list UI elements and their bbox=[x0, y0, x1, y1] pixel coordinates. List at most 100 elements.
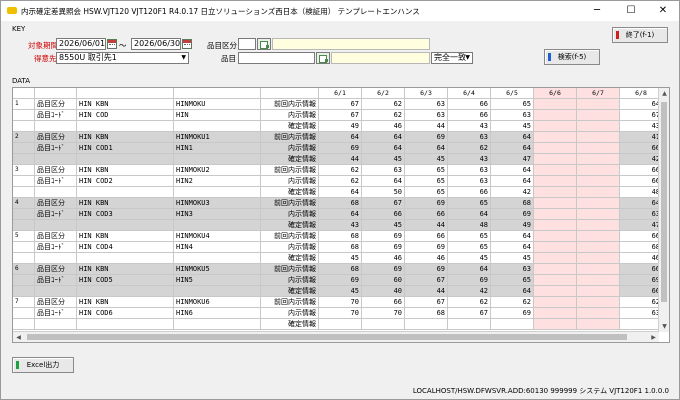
lookup-icon[interactable] bbox=[316, 52, 330, 64]
quantity-cell: 42 bbox=[448, 286, 491, 297]
vertical-scroll-thumb[interactable] bbox=[661, 102, 667, 302]
row-number bbox=[13, 319, 35, 330]
vertical-scrollbar[interactable]: ▲ ▼ bbox=[658, 88, 669, 332]
quantity-cell: 65 bbox=[405, 176, 448, 187]
quantity-cell: 46 bbox=[362, 121, 405, 132]
customer-label: 得意先 bbox=[34, 54, 57, 63]
close-icon[interactable]: ✕ bbox=[647, 1, 679, 21]
maximize-icon[interactable]: ☐ bbox=[615, 1, 647, 21]
row-number: 2 bbox=[13, 132, 35, 143]
table-row[interactable]: 確定情報 bbox=[13, 319, 659, 330]
table-row[interactable]: 品目ｺｰﾄﾞHIN COD1HIN1内示情報696464626466 bbox=[13, 143, 659, 154]
quantity-cell bbox=[448, 319, 491, 330]
row-number: 5 bbox=[13, 231, 35, 242]
quantity-cell: 69 bbox=[620, 275, 659, 286]
quantity-cell: 44 bbox=[319, 154, 362, 165]
row-field-label: 品目ｺｰﾄﾞ bbox=[35, 110, 77, 121]
minimize-icon[interactable]: ─ bbox=[581, 1, 613, 21]
table-row[interactable]: 確定情報6450656642 48 bbox=[13, 187, 659, 198]
quantity-cell bbox=[577, 121, 620, 132]
quantity-cell: 63 bbox=[362, 165, 405, 176]
item-name-cell: HINMOKU1 bbox=[174, 132, 261, 143]
quantity-cell: 67 bbox=[448, 308, 491, 319]
quantity-cell: 44 bbox=[405, 121, 448, 132]
table-row[interactable]: 6品目区分HIN KBNHINMOKU5前回内示情報686969646366 bbox=[13, 264, 659, 275]
row-field-label: 品目区分 bbox=[35, 198, 77, 209]
item-code-cell: HIN COD1 bbox=[77, 143, 174, 154]
table-row[interactable]: 確定情報454646454546 bbox=[13, 253, 659, 264]
quantity-cell: 63 bbox=[448, 165, 491, 176]
excel-export-button[interactable]: Excel出力 bbox=[12, 357, 74, 373]
date-header: 6/3 bbox=[405, 88, 448, 99]
row-number: 4 bbox=[13, 198, 35, 209]
horizontal-scrollbar[interactable]: ◀ ▶ bbox=[13, 331, 659, 342]
quantity-cell: 42 bbox=[491, 187, 534, 198]
exit-button[interactable]: 終了(f-1) bbox=[612, 27, 668, 43]
quantity-cell bbox=[491, 319, 534, 330]
table-row[interactable]: 5品目区分HIN KBNHINMOKU4前回内示情報686966656466 bbox=[13, 231, 659, 242]
quantity-cell: 66 bbox=[620, 176, 659, 187]
row-number bbox=[13, 275, 35, 286]
quantity-cell bbox=[577, 231, 620, 242]
quantity-cell: 62 bbox=[362, 99, 405, 110]
category-name-field bbox=[272, 38, 430, 50]
quantity-cell: 64 bbox=[405, 143, 448, 154]
calendar-icon[interactable] bbox=[107, 39, 117, 49]
exit-button-label: 終了(f-1) bbox=[625, 31, 655, 39]
item-code-cell: HIN COD6 bbox=[77, 308, 174, 319]
category-code-input[interactable] bbox=[238, 38, 256, 50]
table-row[interactable]: 品目ｺｰﾄﾞHIN CODHIN内示情報676263666367 bbox=[13, 110, 659, 121]
quantity-cell: 69 bbox=[362, 242, 405, 253]
item-code-cell: HIN COD4 bbox=[77, 242, 174, 253]
quantity-cell bbox=[534, 198, 577, 209]
quantity-cell: 44 bbox=[405, 220, 448, 231]
row-field-label: 品目ｺｰﾄﾞ bbox=[35, 176, 77, 187]
quantity-cell: 62 bbox=[620, 297, 659, 308]
quantity-cell bbox=[577, 165, 620, 176]
item-code-cell: HIN KBN bbox=[77, 264, 174, 275]
table-row[interactable]: 4品目区分HIN KBNHINMOKU3前回内示情報686769656864 bbox=[13, 198, 659, 209]
quantity-cell: 69 bbox=[362, 264, 405, 275]
match-mode-select[interactable]: 完全一致 ▼ bbox=[431, 52, 473, 64]
table-row[interactable]: 確定情報4345444849 47 bbox=[13, 220, 659, 231]
item-code-cell bbox=[77, 253, 174, 264]
scroll-right-icon[interactable]: ▶ bbox=[648, 332, 659, 342]
table-row[interactable]: 品目ｺｰﾄﾞHIN COD6HIN6内示情報707068676963 bbox=[13, 308, 659, 319]
info-type-label: 内示情報 bbox=[261, 110, 319, 121]
table-row[interactable]: 7品目区分HIN KBNHINMOKU6前回内示情報706667626262 bbox=[13, 297, 659, 308]
table-row[interactable]: 品目ｺｰﾄﾞHIN COD4HIN4内示情報686969656468 bbox=[13, 242, 659, 253]
quantity-cell: 65 bbox=[491, 275, 534, 286]
row-field-label bbox=[35, 121, 77, 132]
scroll-up-icon[interactable]: ▲ bbox=[659, 88, 669, 99]
info-type-label: 前回内示情報 bbox=[261, 198, 319, 209]
table-row[interactable]: 2品目区分HIN KBNHINMOKU1前回内示情報646469636441 bbox=[13, 132, 659, 143]
info-type-label: 内示情報 bbox=[261, 143, 319, 154]
search-button[interactable]: 検索(f-5) bbox=[544, 49, 600, 65]
row-field-label: 品目区分 bbox=[35, 99, 77, 110]
date-to-input[interactable]: 2026/06/30 bbox=[131, 38, 181, 50]
lookup-icon[interactable] bbox=[257, 38, 271, 50]
table-row[interactable]: 確定情報494644434543 bbox=[13, 121, 659, 132]
quantity-cell bbox=[534, 143, 577, 154]
date-from-input[interactable]: 2026/06/01 bbox=[56, 38, 106, 50]
quantity-cell: 66 bbox=[405, 231, 448, 242]
scroll-down-icon[interactable]: ▼ bbox=[659, 321, 669, 332]
quantity-cell: 68 bbox=[405, 308, 448, 319]
table-row[interactable]: 3品目区分HIN KBNHINMOKU2前回内示情報626365636466 bbox=[13, 165, 659, 176]
table-row[interactable]: 品目ｺｰﾄﾞHIN COD2HIN2内示情報626465636466 bbox=[13, 176, 659, 187]
scroll-left-icon[interactable]: ◀ bbox=[13, 332, 24, 342]
data-grid[interactable]: 6/1 6/2 6/3 6/4 6/5 6/6 6/7 6/8 1 品目区分 HIN KBN HINM… bbox=[12, 87, 670, 343]
table-row[interactable]: 確定情報444545434742 bbox=[13, 154, 659, 165]
table-row[interactable]: 確定情報4540444264 66 bbox=[13, 286, 659, 297]
customer-select[interactable]: 8550U 取引先1 ▼ bbox=[56, 52, 189, 64]
item-code-cell: HIN KBN bbox=[77, 165, 174, 176]
table-row[interactable]: 品目ｺｰﾄﾞHIN COD5HIN5内示情報696067696569 bbox=[13, 275, 659, 286]
quantity-cell bbox=[534, 176, 577, 187]
quantity-cell bbox=[534, 319, 577, 330]
calendar-icon[interactable] bbox=[182, 39, 192, 49]
quantity-cell bbox=[319, 319, 362, 330]
horizontal-scroll-thumb[interactable] bbox=[27, 334, 627, 340]
table-row[interactable]: 品目ｺｰﾄﾞHIN COD3HIN3内示情報646666646963 bbox=[13, 209, 659, 220]
item-code-input[interactable] bbox=[238, 52, 315, 64]
table-row[interactable]: 1品目区分HIN KBNHINMOKU前回内示情報6762636665 64 bbox=[13, 99, 659, 110]
